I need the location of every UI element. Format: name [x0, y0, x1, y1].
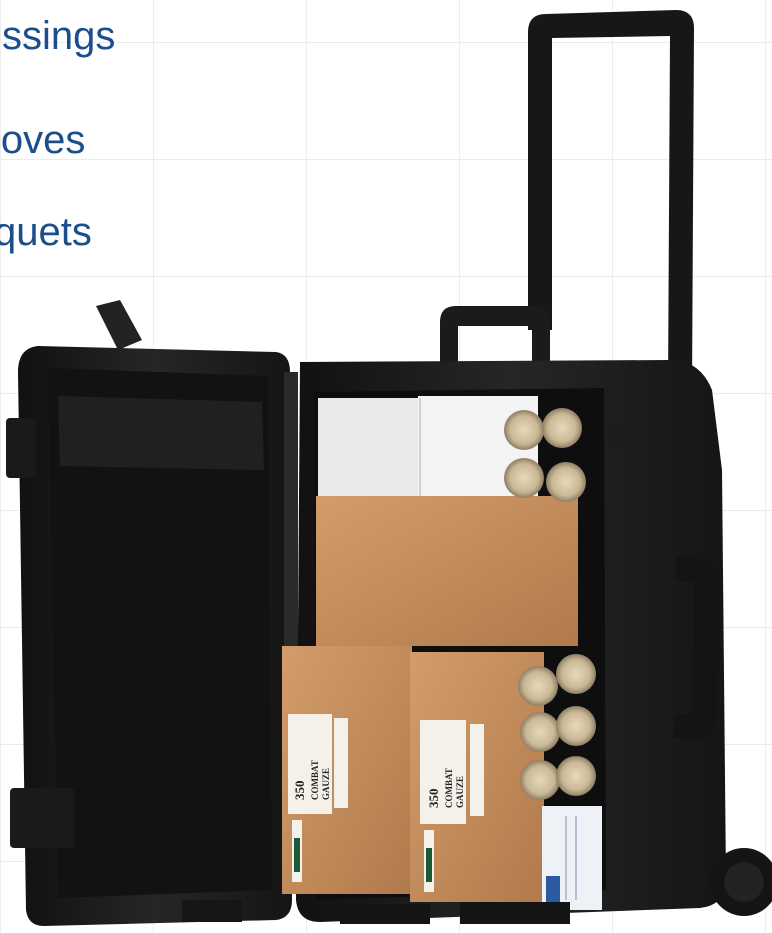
glove-box — [542, 806, 602, 910]
right-box-number: 350 — [426, 789, 441, 809]
large-cardboard-box — [316, 496, 578, 646]
medical-case-photo: 350 COMBAT GAUZE 350 COMBAT GAUZE — [6, 10, 772, 926]
left-box-number: 350 — [292, 781, 307, 801]
right-box-line1: COMBAT — [444, 768, 454, 808]
gauze-rolls-lower — [518, 654, 596, 800]
cardboard-box-left — [282, 646, 412, 894]
left-box-line1: COMBAT — [310, 760, 320, 800]
telescoping-handle — [528, 10, 694, 390]
top-handle — [440, 306, 550, 362]
left-box-line2: GAUZE — [321, 768, 331, 800]
case-lid — [6, 300, 292, 926]
case-foot — [460, 902, 570, 924]
right-box-line2: GAUZE — [455, 776, 465, 808]
case-foot — [340, 904, 430, 924]
